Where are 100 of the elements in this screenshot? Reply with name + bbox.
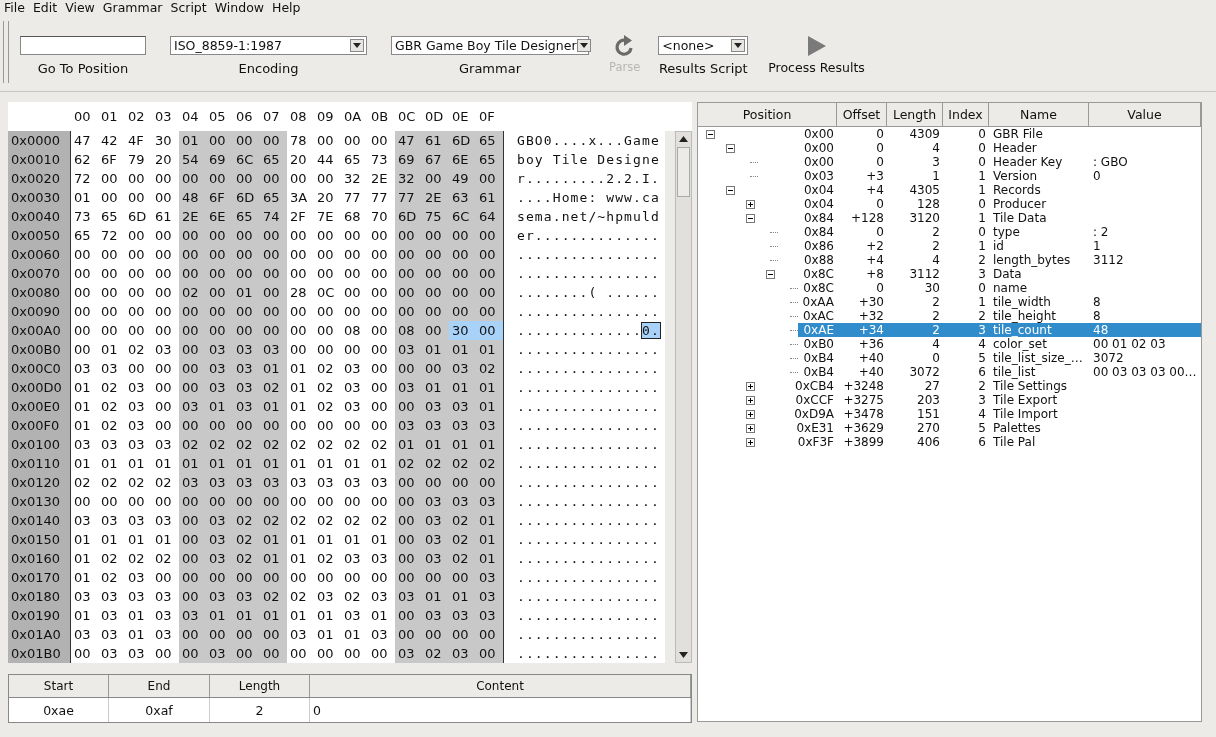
hex-byte[interactable]: 01 [260,359,287,378]
hex-byte[interactable]: 00 [71,264,98,283]
hex-byte[interactable]: 00 [422,625,449,644]
hex-byte[interactable]: 00 [395,264,422,283]
menu-item[interactable]: Script [168,0,213,16]
hex-byte[interactable]: 01 [71,530,98,549]
hex-byte[interactable]: 03 [341,359,368,378]
hex-byte[interactable]: 00 [314,568,341,587]
hex-byte[interactable]: 01 [233,454,260,473]
hex-byte[interactable]: 00 [152,264,179,283]
hex-byte[interactable]: 00 [71,283,98,302]
hex-byte[interactable]: 00 [287,416,314,435]
hex-byte[interactable]: 03 [71,511,98,530]
hex-byte[interactable]: 00 [233,226,260,245]
hex-byte[interactable]: 02 [449,511,476,530]
hex-byte[interactable]: 00 [368,321,395,340]
hex-byte[interactable]: 03 [341,549,368,568]
hex-byte[interactable]: 69 [206,150,233,169]
menu-item[interactable]: Grammar [100,0,169,16]
hex-byte[interactable]: 02 [98,473,125,492]
hex-byte[interactable]: 00 [422,473,449,492]
hex-byte[interactable]: 03 [341,378,368,397]
hex-byte[interactable]: 6E [206,207,233,226]
hex-byte[interactable]: 03 [206,359,233,378]
hex-byte[interactable]: 0C [314,283,341,302]
hex-byte[interactable]: 00 [314,131,341,150]
hex-byte[interactable]: 00 [422,264,449,283]
hex-byte[interactable]: 00 [395,397,422,416]
hex-byte[interactable]: 03 [152,625,179,644]
hex-byte[interactable]: 01 [314,454,341,473]
hex-byte[interactable]: 00 [233,131,260,150]
hex-byte[interactable]: 03 [125,397,152,416]
hex-byte[interactable]: 03 [395,416,422,435]
hex-byte[interactable]: 01 [206,454,233,473]
hex-byte[interactable]: 69 [395,150,422,169]
hex-byte[interactable]: 00 [71,321,98,340]
hex-byte[interactable]: 02 [98,568,125,587]
tree-row[interactable]: 0xAC +32 2 2 tile_height 8 [798,309,1201,323]
hex-byte[interactable]: 03 [179,397,206,416]
hex-byte[interactable]: 00 [314,340,341,359]
hex-byte[interactable]: 00 [152,644,179,663]
hex-byte[interactable]: 02 [422,644,449,663]
hex-byte[interactable]: 00 [476,625,503,644]
hex-byte[interactable]: 02 [314,511,341,530]
hex-byte[interactable]: 02 [152,473,179,492]
hex-byte[interactable]: 28 [287,283,314,302]
hex-byte[interactable]: 47 [71,131,98,150]
hex-byte[interactable]: 00 [314,245,341,264]
hex-byte[interactable]: 65 [341,150,368,169]
column-header[interactable]: Value [1089,103,1201,126]
hex-byte[interactable]: 02 [98,549,125,568]
hex-byte[interactable]: 01 [71,549,98,568]
hex-byte[interactable]: 00 [206,568,233,587]
hex-byte[interactable]: 01 [476,435,503,454]
column-header[interactable]: Length [887,103,943,126]
collapse-icon[interactable] [746,213,755,223]
hex-byte[interactable]: 01 [449,435,476,454]
hex-byte[interactable]: 01 [287,378,314,397]
hex-byte[interactable]: 03 [233,587,260,606]
hex-byte[interactable]: 03 [98,625,125,644]
hex-byte[interactable]: 00 [179,264,206,283]
hex-byte[interactable]: 2E [179,207,206,226]
hex-byte[interactable]: 02 [206,435,233,454]
hex-byte[interactable]: 03 [260,340,287,359]
hex-byte[interactable]: 01 [368,606,395,625]
hex-byte[interactable]: 03 [422,549,449,568]
hex-byte[interactable]: 03 [98,606,125,625]
hex-byte[interactable]: 03 [233,359,260,378]
hex-byte[interactable]: 01 [71,606,98,625]
hex-byte[interactable]: 30 [152,131,179,150]
hex-byte[interactable]: 65 [233,207,260,226]
hex-byte[interactable]: 02 [368,511,395,530]
hex-byte[interactable]: 02 [260,587,287,606]
hex-byte[interactable]: 03 [476,568,503,587]
tree-row[interactable]: 0x00 0 4 0 Header [738,141,1201,155]
hex-byte[interactable]: 01 [314,625,341,644]
hex-byte[interactable]: 78 [287,131,314,150]
hex-byte[interactable]: 02 [341,587,368,606]
hex-byte[interactable]: 00 [152,169,179,188]
hex-byte[interactable]: 00 [98,321,125,340]
hex-byte[interactable]: 03 [422,530,449,549]
hex-byte[interactable]: 00 [341,283,368,302]
hex-byte[interactable]: 01 [476,511,503,530]
hex-byte[interactable]: 03 [449,416,476,435]
hex-byte[interactable]: 00 [341,226,368,245]
hex-byte[interactable]: 01 [287,359,314,378]
hex-byte[interactable]: 01 [314,606,341,625]
expand-icon[interactable] [746,409,755,419]
hex-byte[interactable]: 03 [449,644,476,663]
hex-byte[interactable]: 00 [476,321,503,340]
hex-byte[interactable]: 01 [260,454,287,473]
grammar-dropdown[interactable]: GBR Game Boy Tile Designer [391,36,589,55]
hex-byte[interactable]: 02 [260,378,287,397]
hex-byte[interactable]: 01 [287,606,314,625]
hex-byte[interactable]: 00 [395,359,422,378]
hex-byte[interactable]: 03 [206,587,233,606]
tree-row[interactable]: 0xD9A +3478 151 4 Tile Import [758,407,1201,421]
hex-byte[interactable]: 03 [98,359,125,378]
hex-byte[interactable]: 01 [71,454,98,473]
column-header[interactable]: Content [310,675,691,697]
